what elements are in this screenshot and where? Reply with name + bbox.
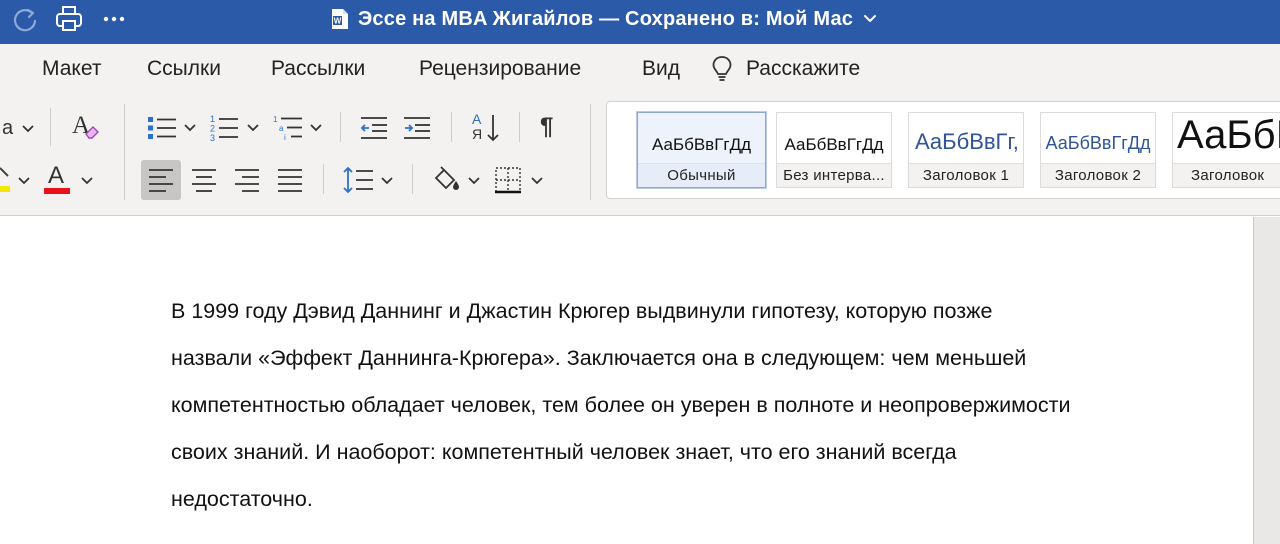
- menu-mailings[interactable]: Рассылки: [271, 57, 365, 81]
- separator: [340, 112, 341, 142]
- show-formatting-marks-button[interactable]: ¶: [540, 113, 553, 141]
- svg-text:W: W: [334, 17, 342, 26]
- style-heading-1[interactable]: АаБбВвГг, Заголовок 1: [908, 112, 1024, 188]
- menu-layout[interactable]: Макет: [42, 57, 101, 81]
- line-spacing-icon[interactable]: [342, 166, 374, 194]
- separator: [124, 104, 125, 200]
- redo-icon[interactable]: [10, 4, 40, 34]
- text-line: компетентностью обладает человек, тем бо…: [171, 393, 1071, 417]
- window-title: Эссе на MBA Жигайлов — Сохранено в: Мой …: [358, 7, 854, 30]
- chevron-down-icon[interactable]: [310, 124, 322, 132]
- text-line: назвали «Эффект Даннинга-Крюгера». Заклю…: [171, 346, 1027, 370]
- style-sample: АаБбВвГг,: [915, 129, 1019, 154]
- sort-button[interactable]: А Я: [470, 111, 502, 145]
- print-icon[interactable]: [54, 4, 84, 34]
- style-name: Заголовок 2: [1041, 163, 1155, 187]
- highlight-color-swatch: [0, 186, 10, 192]
- clear-formatting-button[interactable]: A: [72, 112, 102, 142]
- separator: [323, 164, 324, 194]
- separator: [50, 108, 51, 146]
- style-name: Заголовок: [1173, 163, 1280, 187]
- style-name: Заголовок 1: [909, 163, 1023, 187]
- sort-glyph-top: А: [472, 111, 482, 127]
- svg-text:i: i: [284, 133, 286, 142]
- numbering-icon[interactable]: 1 2 3: [208, 113, 240, 143]
- justify-icon[interactable]: [277, 168, 303, 192]
- multilevel-list-icon[interactable]: 1 a i: [272, 113, 304, 143]
- style-name: Без интерва...: [777, 163, 891, 187]
- word-doc-icon: W: [332, 9, 348, 29]
- style-name: Обычный: [638, 163, 765, 187]
- chevron-down-icon[interactable]: [22, 125, 34, 133]
- sort-arrow-icon: [487, 115, 499, 142]
- text-line: В 1999 году Дэвид Даннинг и Джастин Крюг…: [171, 299, 993, 323]
- chevron-down-icon[interactable]: [468, 177, 480, 185]
- tell-me-search[interactable]: Расскажите: [746, 57, 860, 81]
- chevron-down-icon[interactable]: [81, 177, 93, 185]
- style-no-spacing[interactable]: АаБбВвГгДд Без интерва...: [776, 112, 892, 188]
- menu-view[interactable]: Вид: [642, 57, 680, 81]
- font-color-glyph: A: [48, 162, 65, 189]
- separator: [412, 164, 413, 194]
- separator: [451, 112, 452, 142]
- eraser-icon: [85, 126, 99, 139]
- chevron-down-icon[interactable]: [184, 124, 196, 132]
- lightbulb-icon: [712, 56, 732, 81]
- text-line: недостаточно.: [171, 487, 313, 511]
- align-left-icon[interactable]: [148, 168, 174, 192]
- style-title[interactable]: АаБбI Заголовок: [1172, 112, 1280, 188]
- more-icon[interactable]: [100, 4, 130, 34]
- font-color-swatch: [44, 188, 70, 194]
- document-title-bar[interactable]: W Эссе на MBA Жигайлов — Сохранено в: Мо…: [330, 7, 877, 31]
- highlight-icon[interactable]: [0, 166, 12, 192]
- style-sample: АаБбВвГгДд: [651, 135, 752, 154]
- chevron-down-icon[interactable]: [531, 177, 543, 185]
- svg-text:3: 3: [210, 133, 215, 143]
- style-normal[interactable]: АаБбВвГгДд Обычный: [636, 111, 767, 189]
- title-bar: W Эссе на MBA Жигайлов — Сохранено в: Мо…: [0, 0, 1280, 44]
- chevron-down-icon[interactable]: [18, 177, 30, 185]
- separator: [519, 112, 520, 142]
- svg-text:1: 1: [210, 114, 215, 124]
- style-sample: АаБбВвГгДд: [784, 135, 884, 154]
- font-size-fragment[interactable]: a: [2, 117, 13, 140]
- bullets-icon[interactable]: [146, 114, 178, 142]
- style-heading-2[interactable]: АаБбВвГгДд Заголовок 2: [1040, 112, 1156, 188]
- menu-review[interactable]: Рецензирование: [419, 57, 581, 81]
- svg-text:a: a: [279, 124, 284, 133]
- style-sample: АаБбI: [1177, 113, 1280, 157]
- chevron-down-icon[interactable]: [863, 14, 877, 24]
- svg-text:1: 1: [273, 115, 278, 124]
- menu-references[interactable]: Ссылки: [147, 57, 221, 81]
- page-margin-area: [1253, 217, 1280, 544]
- align-right-icon[interactable]: [234, 168, 260, 192]
- shading-icon[interactable]: [432, 166, 462, 192]
- document-paragraph[interactable]: В 1999 году Дэвид Даннинг и Джастин Крюг…: [171, 288, 1171, 523]
- borders-icon[interactable]: [494, 166, 522, 194]
- chevron-down-icon[interactable]: [381, 177, 393, 185]
- chevron-down-icon[interactable]: [247, 124, 259, 132]
- svg-text:2: 2: [210, 124, 215, 134]
- font-color-button[interactable]: A: [44, 162, 72, 196]
- align-center-icon[interactable]: [191, 168, 217, 192]
- decrease-indent-icon[interactable]: [360, 115, 388, 141]
- text-line: своих знаний. И наоборот: компетентный ч…: [171, 440, 957, 464]
- style-sample: АаБбВвГгДд: [1045, 133, 1151, 153]
- increase-indent-icon[interactable]: [403, 115, 431, 141]
- separator: [590, 104, 591, 200]
- sort-glyph-bottom: Я: [472, 126, 483, 142]
